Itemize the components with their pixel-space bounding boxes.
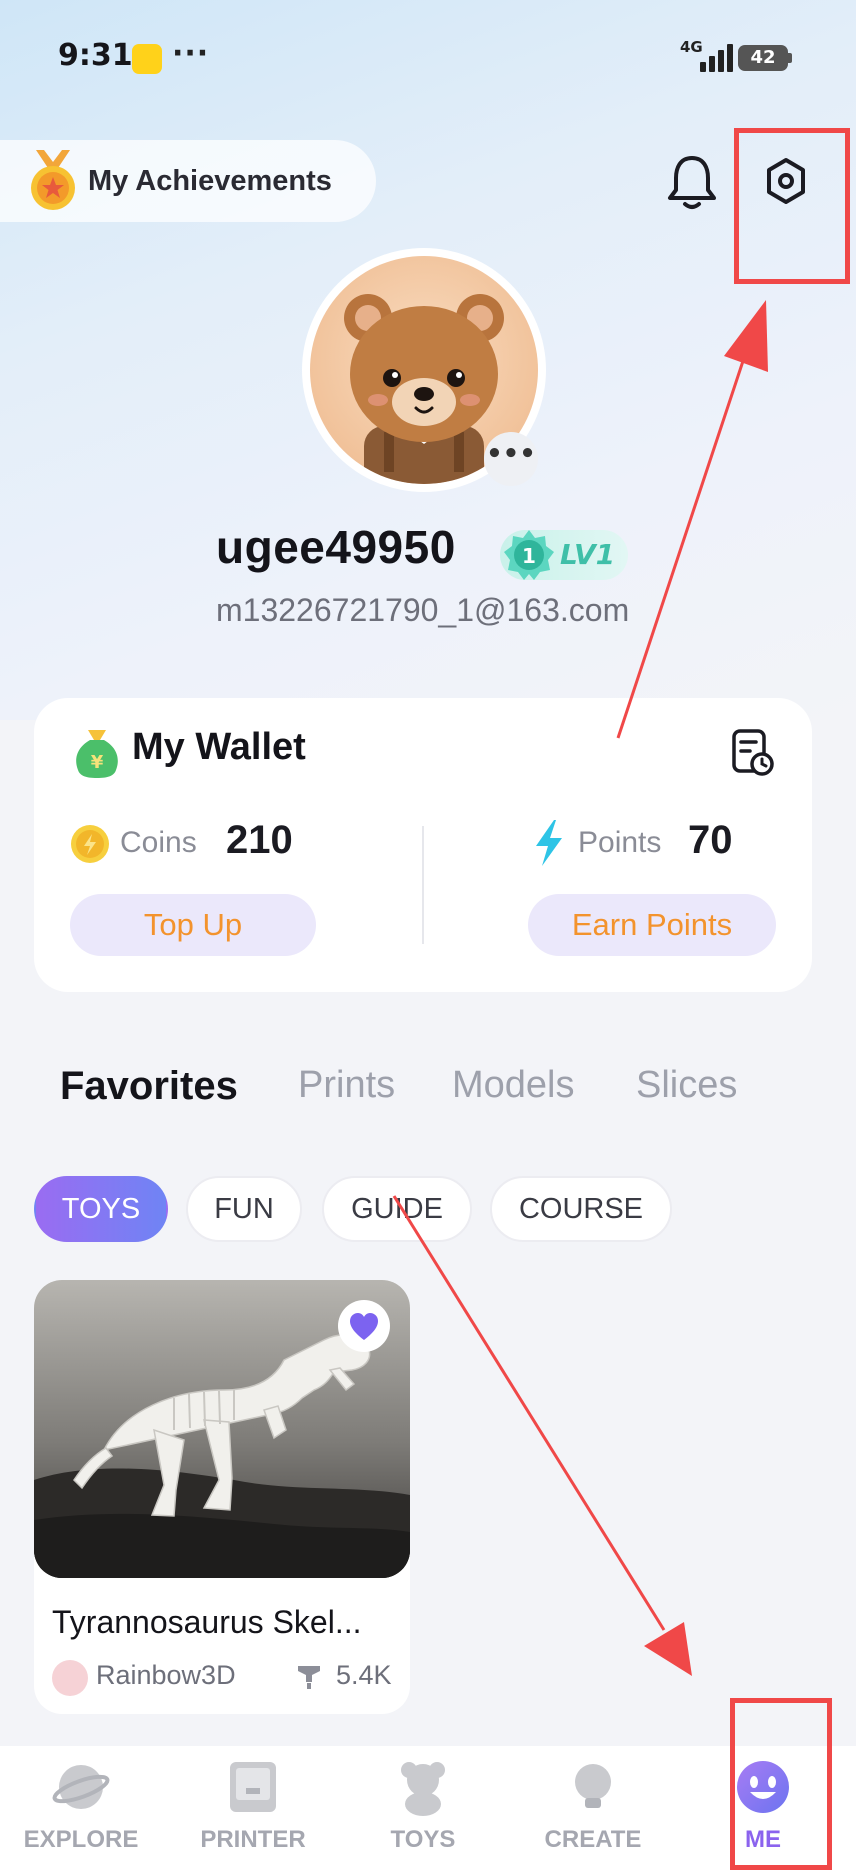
nav-printer-label: PRINTER <box>200 1826 306 1853</box>
medal-icon <box>31 150 75 210</box>
level-star-icon: 1 <box>504 530 554 580</box>
user-email: m13226721790_1@163.com <box>216 592 630 628</box>
tab-prints[interactable]: Prints <box>298 1064 395 1107</box>
points-value: 70 <box>688 818 733 862</box>
nav-toys[interactable]: TOYS <box>348 1752 498 1854</box>
lightbulb-icon <box>575 1764 611 1808</box>
status-time: 9:31 <box>58 38 133 73</box>
transaction-history-icon[interactable] <box>730 728 774 776</box>
heart-icon <box>350 1313 378 1340</box>
tab-favorites[interactable]: Favorites <box>60 1064 238 1109</box>
chip-fun[interactable]: FUN <box>186 1176 302 1242</box>
chip-course[interactable]: COURSE <box>490 1176 672 1242</box>
lightning-icon <box>536 820 562 866</box>
chip-toys[interactable]: TOYS <box>34 1176 168 1242</box>
status-more-icon: ··· <box>172 36 210 71</box>
wallet-divider <box>422 826 424 944</box>
tab-slices[interactable]: Slices <box>636 1064 737 1107</box>
planet-icon <box>52 1765 110 1809</box>
level-number: 1 <box>522 544 536 568</box>
nav-printer[interactable]: PRINTER <box>178 1752 328 1854</box>
coin-icon <box>71 825 109 863</box>
bell-icon[interactable] <box>664 150 720 212</box>
favorite-heart-button[interactable] <box>338 1300 390 1352</box>
bear-toy-icon <box>401 1762 445 1816</box>
notification-app-icon <box>132 44 162 74</box>
nav-explore-label: EXPLORE <box>23 1826 139 1853</box>
money-bag-icon: ¥ <box>76 730 118 778</box>
author-name[interactable]: Rainbow3D <box>96 1660 236 1691</box>
earn-points-button[interactable]: Earn Points <box>528 894 776 956</box>
top-up-button[interactable]: Top Up <box>70 894 316 956</box>
coins-label: Coins <box>120 826 197 859</box>
achievements-label: My Achievements <box>88 164 332 197</box>
author-avatar[interactable] <box>52 1660 88 1696</box>
chip-guide[interactable]: GUIDE <box>322 1176 472 1242</box>
avatar-more-button[interactable]: ••• <box>484 432 538 486</box>
svg-text:¥: ¥ <box>91 752 104 773</box>
points-label: Points <box>578 826 662 859</box>
printer-icon <box>230 1762 276 1812</box>
nav-create[interactable]: CREATE <box>518 1752 668 1854</box>
download-count-icon <box>298 1666 320 1689</box>
coins-value: 210 <box>226 818 293 862</box>
battery-tip <box>788 53 792 63</box>
nav-create-label: CREATE <box>544 1826 642 1853</box>
signal-icon <box>700 44 733 72</box>
level-text: LV1 <box>560 538 616 571</box>
battery-icon: 42 <box>738 45 788 71</box>
nav-toys-label: TOYS <box>390 1826 456 1853</box>
annotation-box-me-tab <box>730 1698 832 1870</box>
my-achievements-button[interactable]: My Achievements <box>0 140 376 222</box>
annotation-arrow-down <box>392 1195 692 1676</box>
tab-models[interactable]: Models <box>452 1064 575 1107</box>
username: ugee49950 <box>216 521 456 573</box>
annotation-box-settings <box>734 128 850 284</box>
nav-explore[interactable]: EXPLORE <box>6 1752 156 1854</box>
model-title: Tyrannosaurus Skel... <box>52 1604 362 1640</box>
download-count: 5.4K <box>336 1660 392 1690</box>
wallet-title: My Wallet <box>132 726 306 768</box>
